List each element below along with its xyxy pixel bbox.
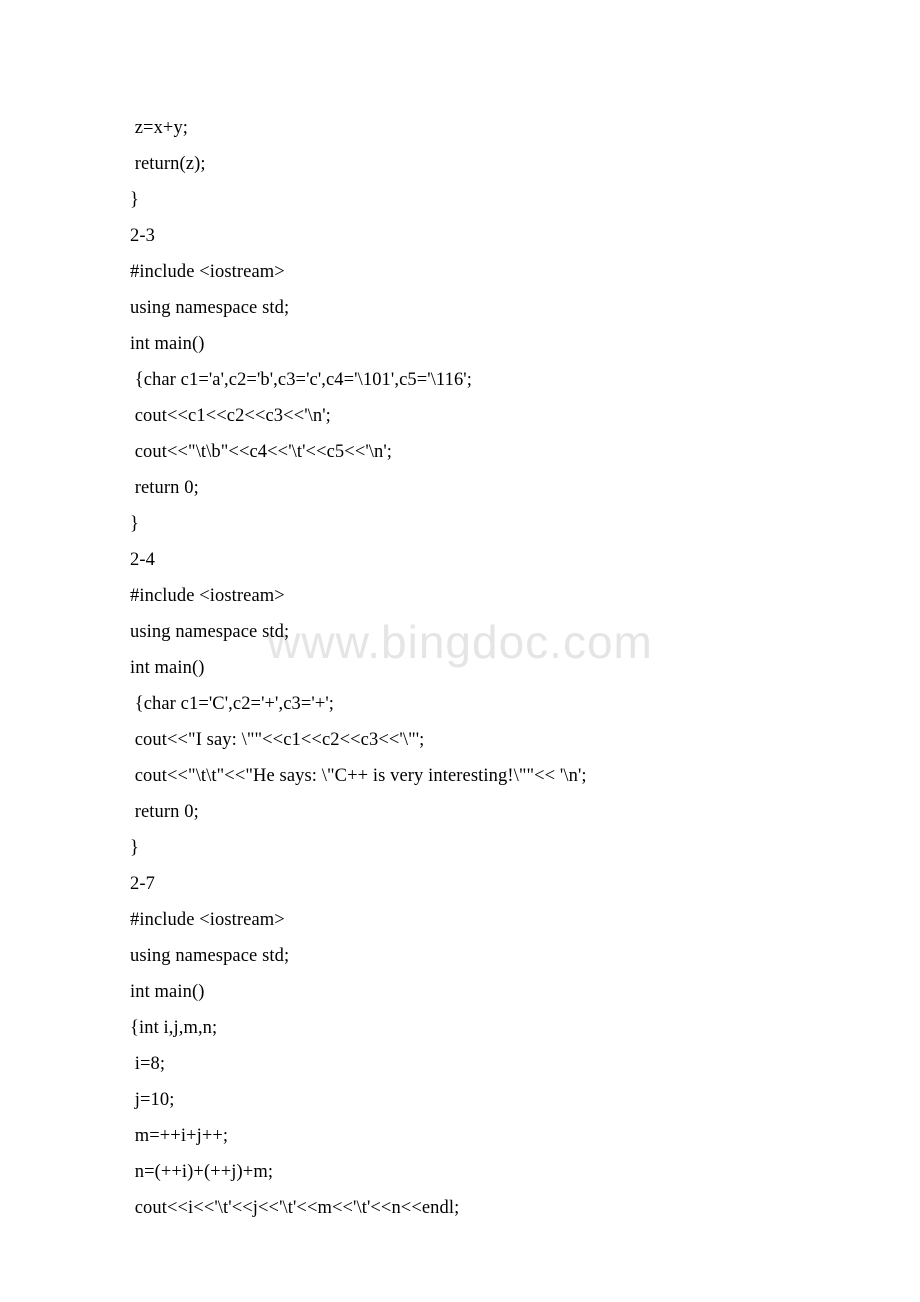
code-line: i=8; — [130, 1046, 790, 1082]
code-line: cout<<"\t\t"<<"He says: \"C++ is very in… — [130, 758, 790, 794]
code-line: #include <iostream> — [130, 902, 790, 938]
code-line: {int i,j,m,n; — [130, 1010, 790, 1046]
code-line: return 0; — [130, 794, 790, 830]
code-line: } — [130, 182, 790, 218]
code-line: int main() — [130, 650, 790, 686]
code-line: {char c1='C',c2='+',c3='+'; — [130, 686, 790, 722]
code-line: return(z); — [130, 146, 790, 182]
code-line: } — [130, 506, 790, 542]
code-line: {char c1='a',c2='b',c3='c',c4='\101',c5=… — [130, 362, 790, 398]
code-line: #include <iostream> — [130, 578, 790, 614]
code-line: int main() — [130, 974, 790, 1010]
code-line: int main() — [130, 326, 790, 362]
code-line: cout<<i<<'\t'<<j<<'\t'<<m<<'\t'<<n<<endl… — [130, 1190, 790, 1226]
code-line: using namespace std; — [130, 614, 790, 650]
code-line: 2-7 — [130, 866, 790, 902]
code-content: z=x+y; return(z); } 2-3 #include <iostre… — [130, 110, 790, 1226]
code-line: 2-3 — [130, 218, 790, 254]
code-line: 2-4 — [130, 542, 790, 578]
code-line: cout<<"I say: \""<<c1<<c2<<c3<<'\"'; — [130, 722, 790, 758]
code-line: return 0; — [130, 470, 790, 506]
code-line: j=10; — [130, 1082, 790, 1118]
code-line: z=x+y; — [130, 110, 790, 146]
code-line: n=(++i)+(++j)+m; — [130, 1154, 790, 1190]
code-line: using namespace std; — [130, 938, 790, 974]
document-page: z=x+y; return(z); } 2-3 #include <iostre… — [0, 0, 920, 1286]
code-line: } — [130, 830, 790, 866]
code-line: m=++i+j++; — [130, 1118, 790, 1154]
code-line: cout<<"\t\b"<<c4<<'\t'<<c5<<'\n'; — [130, 434, 790, 470]
code-line: cout<<c1<<c2<<c3<<'\n'; — [130, 398, 790, 434]
code-line: using namespace std; — [130, 290, 790, 326]
code-line: #include <iostream> — [130, 254, 790, 290]
